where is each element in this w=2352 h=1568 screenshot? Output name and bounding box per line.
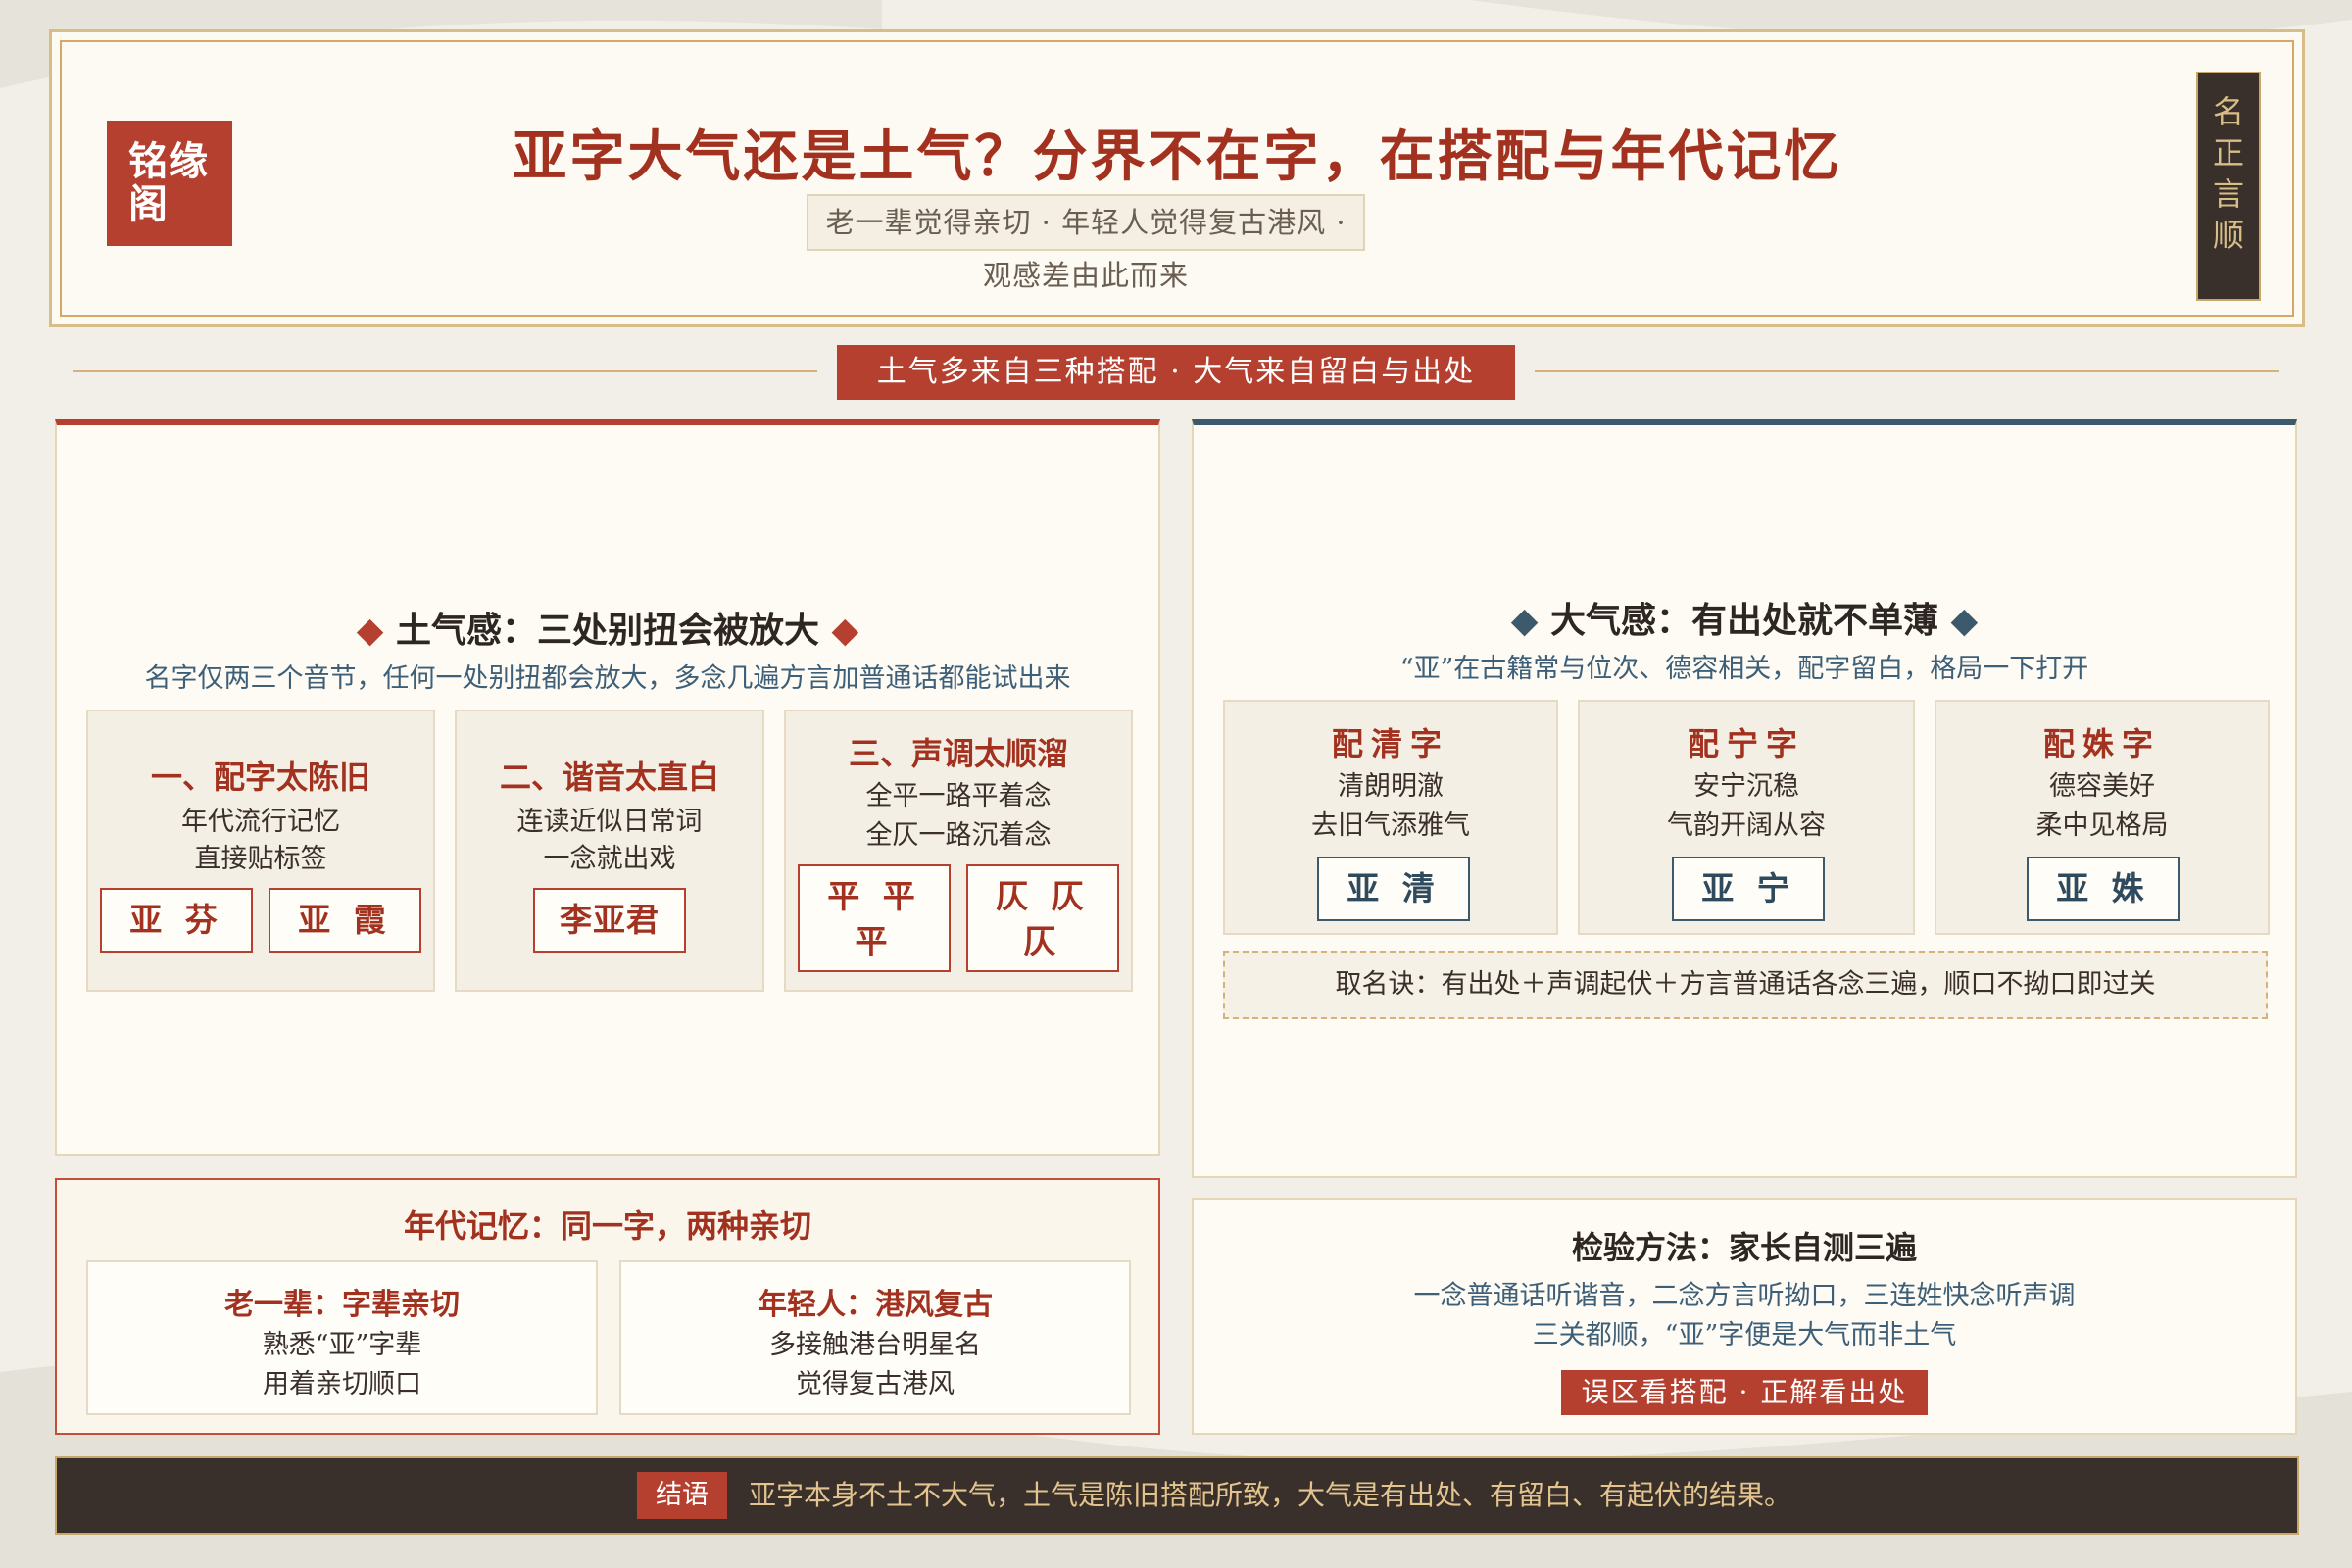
daqi-section-desc: “亚”在古籍常与位次、德容相关，配字留白，格局一下打开 — [1399, 654, 2089, 684]
card-title: 三、声调太顺溜 — [848, 735, 1068, 772]
card-line: 气韵开阔从容 — [1667, 810, 1826, 841]
card-line: 安宁沉稳 — [1693, 771, 1799, 802]
seal-char: 名 — [2212, 93, 2244, 130]
daqi-card-1: 配清字 清朗明澈 去旧气添雅气 亚 清 — [1223, 700, 1558, 935]
seal-char: 顺 — [2212, 217, 2244, 254]
tuqi-panel: ◆ 土气感：三处别扭会被放大 ◆ 名字仅两三个音节，任何一处别扭都会放大，多念几… — [55, 419, 1160, 1156]
check-line: 三关都顺，“亚”字便是大气而非土气 — [1532, 1320, 1957, 1350]
diamond-icon: ◆ — [1510, 600, 1539, 641]
card-line: 全仄一路沉着念 — [865, 820, 1052, 851]
card-line: 连读近似日常词 — [516, 807, 703, 837]
memory-card-line: 多接触港台明星名 — [769, 1330, 981, 1360]
daqi-panel: ◆ 大气感：有出处就不单薄 ◆ “亚”在古籍常与位次、德容相关，配字留白，格局一… — [1192, 419, 2297, 1178]
tone-tag: 仄 仄 仄 — [966, 864, 1119, 972]
tuqi-card-3: 三、声调太顺溜 全平一路平着念 全仄一路沉着念 平 平 平 仄 仄 仄 — [784, 710, 1133, 992]
page-subtitle: 老一辈觉得亲切 · 年轻人觉得复古港风 · 观感差由此而来 — [807, 194, 1365, 292]
header-inner-border: 铭缘 阁 亚字大气还是土气？分界不在字，在搭配与年代记忆 老一辈觉得亲切 · 年… — [60, 40, 2294, 317]
card-title: 配宁字 — [1687, 725, 1805, 762]
check-summary-badge: 误区看搭配 · 正解看出处 — [1561, 1370, 1928, 1415]
memory-card-elders: 老一辈：字辈亲切 熟悉“亚”字辈 用着亲切顺口 — [86, 1260, 598, 1415]
daqi-section-title: ◆ 大气感：有出处就不单薄 ◆ — [1194, 592, 2295, 643]
memory-card-line: 熟悉“亚”字辈 — [262, 1330, 422, 1360]
page-title: 亚字大气还是土气？分界不在字，在搭配与年代记忆 — [512, 124, 1842, 189]
name-tag: 亚 宁 — [1672, 857, 1825, 921]
footer-text: 亚字本身不土不大气，土气是陈旧搭配所致，大气是有出处、有留白、有起伏的结果。 — [749, 1479, 1792, 1511]
card-line: 直接贴标签 — [194, 844, 327, 874]
banner-line-right — [1535, 370, 2279, 372]
name-tag: 亚 芬 — [100, 888, 253, 953]
diamond-icon: ◆ — [1950, 600, 1979, 641]
card-line: 去旧气添雅气 — [1311, 810, 1470, 841]
daqi-card-3: 配姝字 德容美好 柔中见格局 亚 姝 — [1935, 700, 2270, 935]
header-frame: 铭缘 阁 亚字大气还是土气？分界不在字，在搭配与年代记忆 老一辈觉得亲切 · 年… — [49, 29, 2305, 327]
check-panel: 检验方法：家长自测三遍 一念普通话听谐音，二念方言听拗口，三连姓快念听声调 三关… — [1192, 1198, 2297, 1435]
diamond-icon: ◆ — [831, 610, 859, 651]
footer-bar: 结语 亚字本身不土不大气，土气是陈旧搭配所致，大气是有出处、有留白、有起伏的结果… — [55, 1456, 2299, 1535]
memory-title: 年代记忆：同一字，两种亲切 — [403, 1207, 811, 1245]
banner-line-left — [73, 370, 817, 372]
section-banner: 土气多来自三种搭配 · 大气来自留白与出处 — [837, 345, 1515, 400]
card-title: 二、谐音太直白 — [499, 759, 719, 796]
name-tag: 亚 姝 — [2027, 857, 2180, 921]
card-line: 德容美好 — [2049, 771, 2155, 802]
memory-card-youth: 年轻人：港风复古 多接触港台明星名 觉得复古港风 — [619, 1260, 1131, 1415]
memory-card-line: 用着亲切顺口 — [263, 1369, 421, 1399]
tone-tag: 平 平 平 — [798, 864, 951, 972]
tone-tag-line: 仄 — [1023, 922, 1062, 960]
tone-tag-line: 平 平 — [827, 877, 921, 915]
card-line: 一念就出戏 — [543, 844, 676, 874]
tuqi-section-title: ◆ 土气感：三处别扭会被放大 ◆ — [57, 602, 1158, 653]
tuqi-section-desc: 名字仅两三个音节，任何一处别扭都会放大，多念几遍方言加普通话都能试出来 — [144, 663, 1071, 694]
card-title: 配清字 — [1331, 725, 1449, 762]
card-line: 清朗明澈 — [1338, 771, 1444, 802]
memory-card-title: 年轻人：港风复古 — [758, 1288, 993, 1322]
card-title: 一、配字太陈旧 — [150, 759, 370, 796]
diamond-icon: ◆ — [356, 610, 384, 651]
seal-char: 正 — [2212, 134, 2244, 172]
footer-tag: 结语 — [637, 1472, 727, 1519]
tone-tag-line: 平 — [855, 922, 894, 960]
name-tag: 李亚君 — [533, 888, 686, 953]
daqi-card-2: 配宁字 安宁沉稳 气韵开阔从容 亚 宁 — [1578, 700, 1915, 935]
card-line: 全平一路平着念 — [865, 781, 1052, 811]
check-title: 检验方法：家长自测三遍 — [1571, 1229, 1917, 1266]
card-title: 配姝字 — [2042, 725, 2161, 762]
card-line: 年代流行记忆 — [181, 807, 340, 837]
daqi-title-text: 大气感：有出处就不单薄 — [1549, 600, 1938, 641]
memory-card-title: 老一辈：字辈亲切 — [224, 1288, 460, 1322]
name-tag: 亚 清 — [1317, 857, 1470, 921]
memory-card-line: 觉得复古港风 — [796, 1369, 955, 1399]
tuqi-title-text: 土气感：三处别扭会被放大 — [395, 610, 819, 651]
seal-stamp: 名 正 言 顺 — [2196, 72, 2261, 301]
tuqi-card-1: 一、配字太陈旧 年代流行记忆 直接贴标签 亚 芬 亚 霞 — [86, 710, 435, 992]
tone-tag-line: 仄 仄 — [996, 877, 1090, 915]
name-tag: 亚 霞 — [269, 888, 421, 953]
seal-char: 言 — [2212, 175, 2244, 213]
tuqi-card-2: 二、谐音太直白 连读近似日常词 一念就出戏 李亚君 — [455, 710, 764, 992]
card-line: 柔中见格局 — [2035, 810, 2169, 841]
naming-tip: 取名诀：有出处＋声调起伏＋方言普通话各念三遍，顺口不拗口即过关 — [1223, 951, 2268, 1019]
memory-panel: 年代记忆：同一字，两种亲切 老一辈：字辈亲切 熟悉“亚”字辈 用着亲切顺口 年轻… — [55, 1178, 1160, 1435]
check-line: 一念普通话听谐音，二念方言听拗口，三连姓快念听声调 — [1413, 1281, 2076, 1311]
